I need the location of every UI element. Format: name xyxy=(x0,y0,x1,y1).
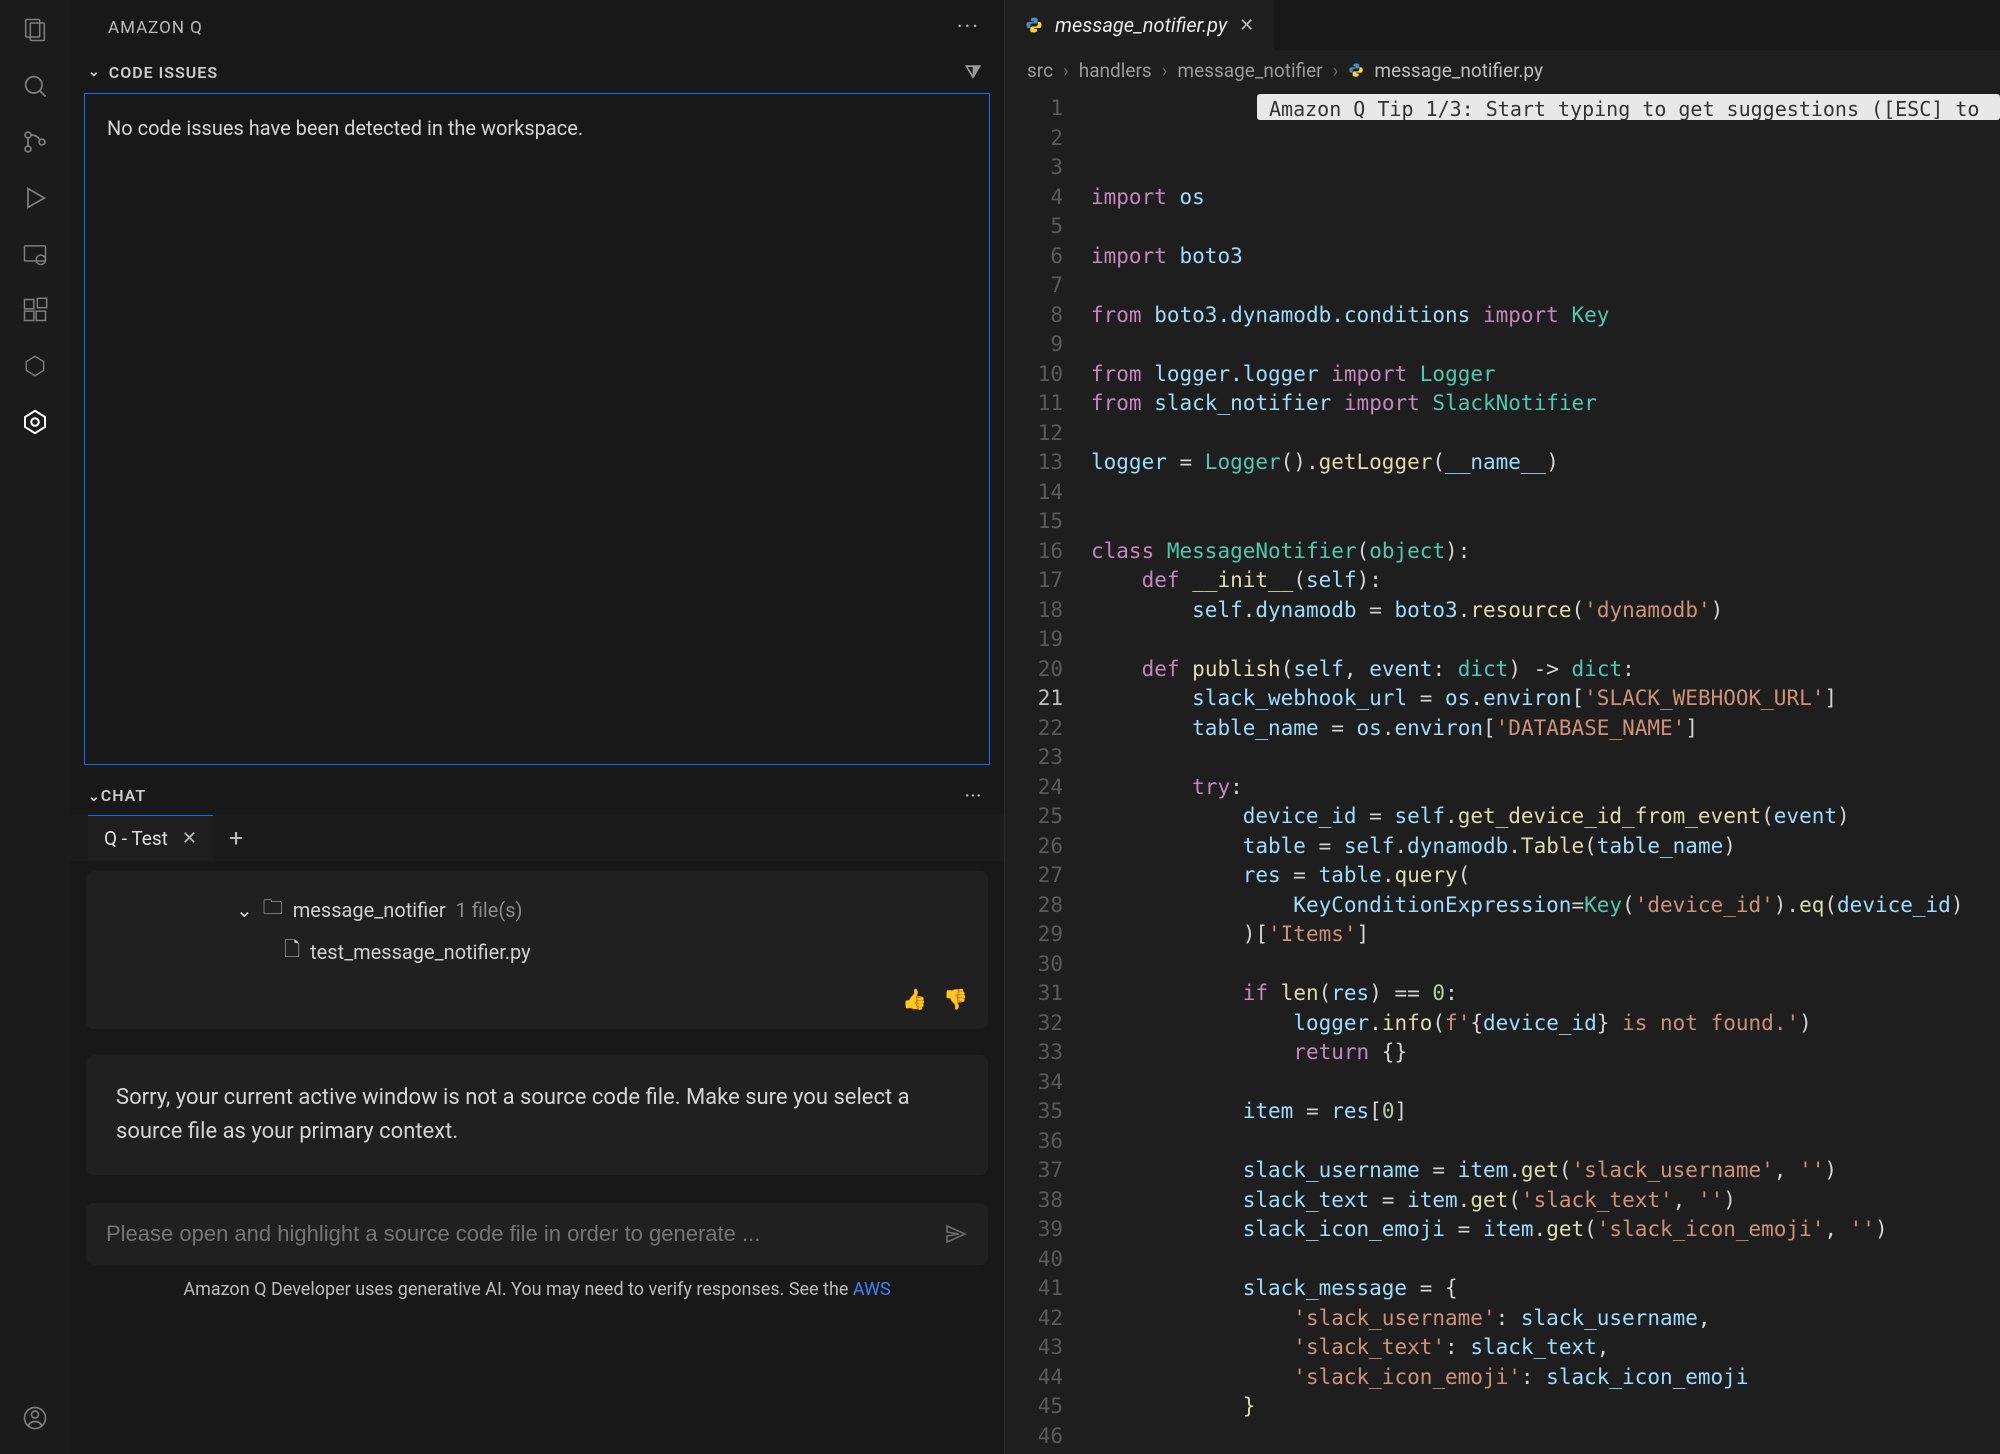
aws-link[interactable]: AWS xyxy=(853,1279,891,1300)
chat-tabs: Q - Test ✕ + xyxy=(70,815,1004,861)
section-title: CODE ISSUES xyxy=(109,63,218,82)
editor-tabs: message_notifier.py ✕ xyxy=(1005,0,2000,50)
chat-header[interactable]: ⌄CHAT ··· xyxy=(70,775,1004,815)
thumbs-down-icon[interactable]: 👎 xyxy=(943,987,968,1011)
code-issues-header[interactable]: ⌄ CODE ISSUES ⧩ xyxy=(70,55,1004,89)
hexagon-icon[interactable] xyxy=(17,348,53,384)
folder-icon: 🗀 xyxy=(263,893,283,927)
editor-tab-label: message_notifier.py xyxy=(1055,13,1227,37)
breadcrumb[interactable]: src› handlers› message_notifier› message… xyxy=(1005,50,2000,90)
python-file-icon xyxy=(1348,62,1364,78)
run-debug-icon[interactable] xyxy=(17,180,53,216)
code-issues-body: No code issues have been detected in the… xyxy=(84,93,990,765)
chat-disclaimer: Amazon Q Developer uses generative AI. Y… xyxy=(86,1279,988,1312)
tree-file-row[interactable]: 🗋 test_message_notifier.py xyxy=(106,931,968,973)
breadcrumb-item[interactable]: message_notifier xyxy=(1177,59,1322,82)
activity-bar xyxy=(0,0,70,1454)
tree-file-count: 1 file(s) xyxy=(456,898,523,922)
accounts-icon[interactable] xyxy=(17,1400,53,1436)
new-chat-tab-button[interactable]: + xyxy=(213,815,259,861)
code-content[interactable]: Amazon Q Tip 1/3: Start typing to get su… xyxy=(1091,90,2000,1454)
code-issues-text: No code issues have been detected in the… xyxy=(107,116,583,140)
editor: message_notifier.py ✕ src› handlers› mes… xyxy=(1005,0,2000,1454)
editor-tab-message-notifier[interactable]: message_notifier.py ✕ xyxy=(1005,0,1274,50)
breadcrumb-item[interactable]: handlers xyxy=(1079,59,1152,82)
chat-tab-q-test[interactable]: Q - Test ✕ xyxy=(88,815,213,861)
amazon-q-tip: Amazon Q Tip 1/3: Start typing to get su… xyxy=(1257,94,2000,120)
chat-input-wrap xyxy=(86,1203,988,1265)
panel-more-icon[interactable]: ··· xyxy=(957,15,980,40)
extensions-icon[interactable] xyxy=(17,292,53,328)
close-icon[interactable]: ✕ xyxy=(182,828,197,849)
remote-icon[interactable] xyxy=(17,236,53,272)
python-file-icon xyxy=(1025,16,1043,34)
file-icon: 🗋 xyxy=(284,935,300,969)
chat-message: Sorry, your current active window is not… xyxy=(86,1055,988,1175)
close-icon[interactable]: ✕ xyxy=(1239,15,1254,36)
explorer-icon[interactable] xyxy=(17,12,53,48)
breadcrumb-item[interactable]: src xyxy=(1027,59,1053,82)
chat-input[interactable] xyxy=(106,1221,930,1247)
chevron-down-icon: ⌄ xyxy=(236,898,253,922)
tree-folder-row[interactable]: ⌄ 🗀 message_notifier 1 file(s) xyxy=(106,889,968,931)
disclaimer-text: Amazon Q Developer uses generative AI. Y… xyxy=(183,1279,853,1300)
source-control-icon[interactable] xyxy=(17,124,53,160)
tree-file-name: test_message_notifier.py xyxy=(310,940,531,964)
search-icon[interactable] xyxy=(17,68,53,104)
chevron-down-icon: ⌄ xyxy=(88,789,101,805)
filter-icon[interactable]: ⧩ xyxy=(965,62,982,83)
section-title: CHAT xyxy=(101,786,146,805)
chat-body: ⌄ 🗀 message_notifier 1 file(s) 🗋 test_me… xyxy=(70,861,1004,1454)
chat-context-card: ⌄ 🗀 message_notifier 1 file(s) 🗋 test_me… xyxy=(86,871,988,1029)
chevron-down-icon: ⌄ xyxy=(88,64,101,80)
send-icon[interactable] xyxy=(944,1222,968,1246)
panel-title: AMAZON Q xyxy=(108,18,203,38)
thumbs-up-icon[interactable]: 👍 xyxy=(902,987,927,1011)
chat-message-text: Sorry, your current active window is not… xyxy=(116,1085,910,1144)
breadcrumb-item[interactable]: message_notifier.py xyxy=(1374,59,1543,82)
panel-header: AMAZON Q ··· xyxy=(70,0,1004,55)
chat-tab-label: Q - Test xyxy=(104,827,168,850)
amazon-q-icon[interactable] xyxy=(17,404,53,440)
side-panel: AMAZON Q ··· ⌄ CODE ISSUES ⧩ No code issu… xyxy=(70,0,1005,1454)
chat-more-icon[interactable]: ··· xyxy=(965,786,982,805)
line-gutter: 1234567891011121314151617181920212223242… xyxy=(1005,90,1091,1454)
tree-folder-name: message_notifier xyxy=(293,898,446,922)
code-area[interactable]: 1234567891011121314151617181920212223242… xyxy=(1005,90,2000,1454)
